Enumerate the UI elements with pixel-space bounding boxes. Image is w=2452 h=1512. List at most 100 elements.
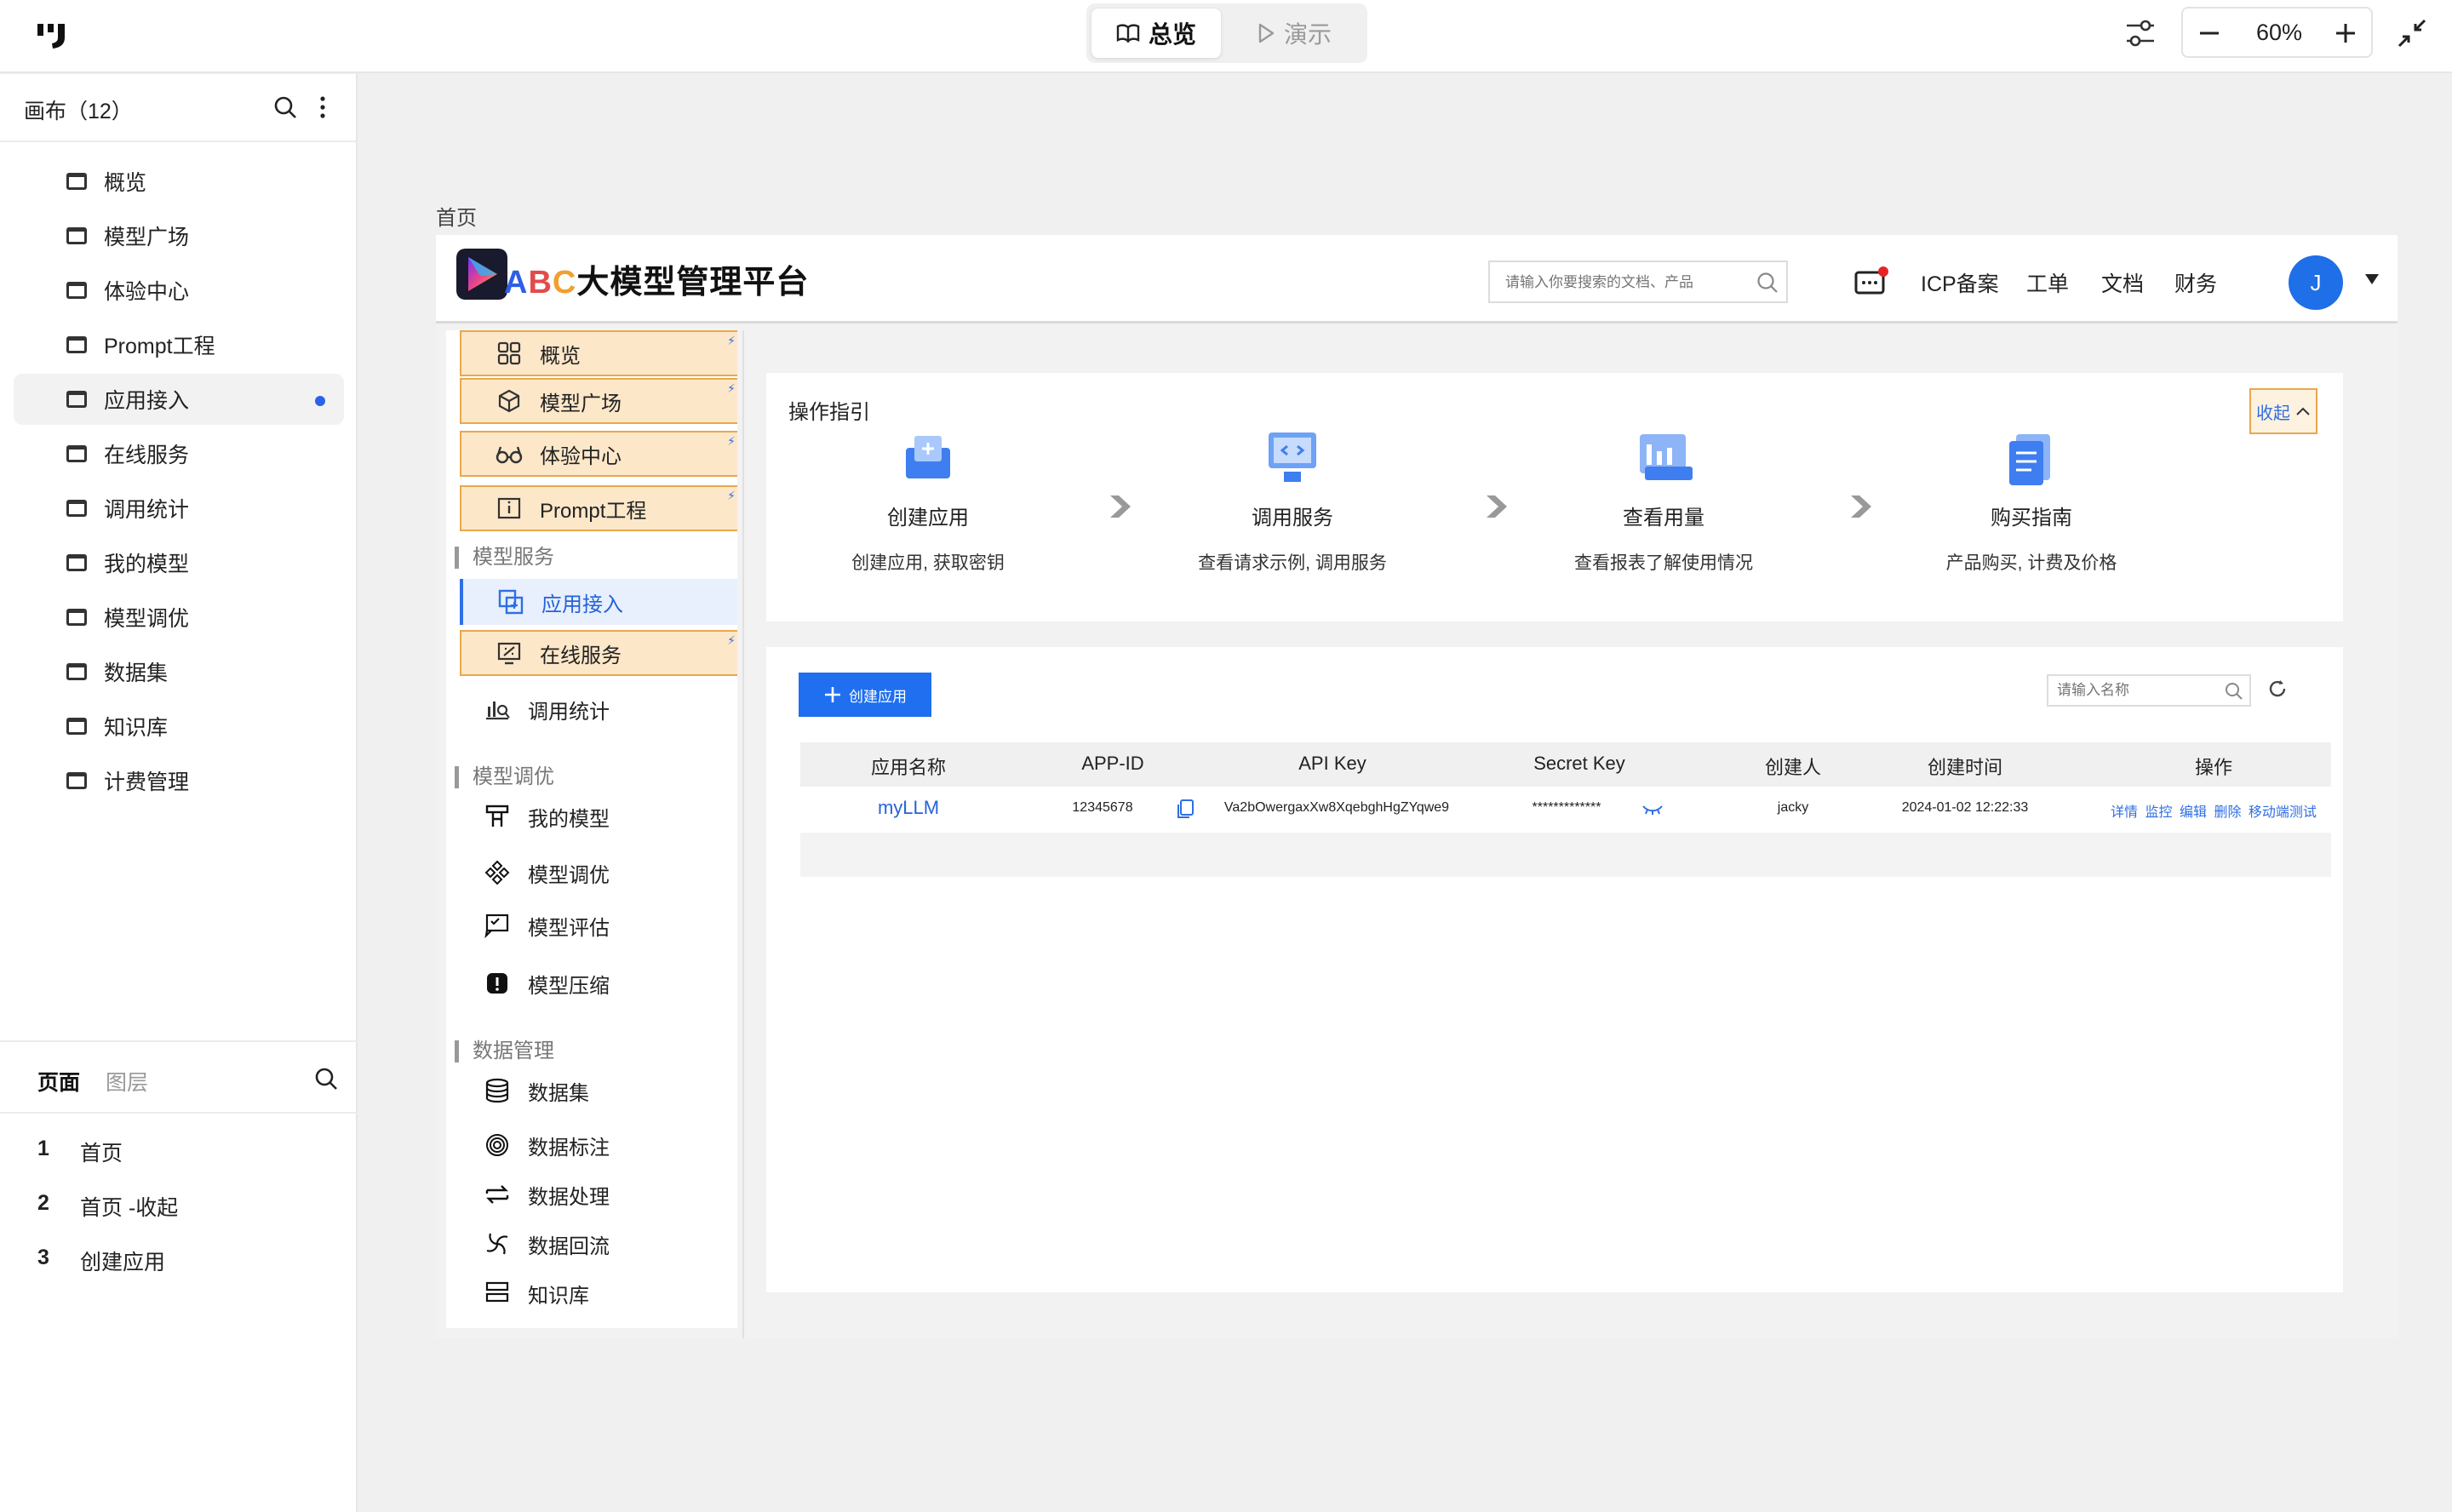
- collapse-button[interactable]: 收起: [2249, 388, 2317, 434]
- search-icon[interactable]: [272, 94, 298, 120]
- step-desc: 查看报表了解使用情况: [1574, 553, 1753, 573]
- search-icon[interactable]: [313, 1066, 339, 1091]
- settings-sliders-icon[interactable]: [2123, 17, 2157, 49]
- lightning-icon: ⚡: [727, 633, 736, 647]
- zoom-level[interactable]: 60%: [2248, 9, 2311, 56]
- app-sidebar-item[interactable]: 体验中心 ⚡: [460, 431, 737, 477]
- guide-step-buy[interactable]: 购买指南 产品购买, 计费及价格: [1895, 424, 2168, 575]
- canvas-item[interactable]: 知识库: [14, 701, 344, 752]
- canvas-item-label: 计费管理: [104, 770, 190, 794]
- app-sidebar-item[interactable]: 概览 ⚡: [460, 330, 737, 376]
- app-sidebar-item[interactable]: 数据标注: [460, 1122, 737, 1168]
- collapse-icon[interactable]: [2396, 17, 2428, 49]
- app-table-card: 创建应用 应用名称 APP-ID API Key Secret Key 创建人 …: [766, 647, 2343, 1292]
- guide-step-create[interactable]: 创建应用 创建应用, 获取密钥: [792, 424, 1064, 575]
- secret-key-value: *************: [1532, 800, 1601, 815]
- link-finance[interactable]: 财务: [2174, 267, 2217, 298]
- canvas-item[interactable]: 我的模型: [14, 537, 344, 588]
- app-sidebar-item-label: 知识库: [528, 1284, 589, 1308]
- page-item[interactable]: 3 创建应用: [37, 1246, 165, 1280]
- app-sidebar-item[interactable]: 知识库: [460, 1270, 737, 1316]
- artboard-label[interactable]: 首页: [436, 201, 477, 231]
- app-sidebar-item[interactable]: 数据处理: [460, 1171, 737, 1217]
- app-sidebar-item[interactable]: 模型压缩: [460, 960, 737, 1006]
- collapse-label: 收起: [2256, 404, 2290, 423]
- guide-card: 操作指引 收起 创建应用 创建应用, 获取密钥 调用服务 查看请求示例, 调用服…: [766, 373, 2343, 621]
- lightning-icon: ⚡: [727, 489, 736, 502]
- link-icp[interactable]: ICP备案: [1921, 267, 1999, 298]
- action-monitor[interactable]: 监控: [2146, 805, 2173, 820]
- app-name-link[interactable]: myLLM: [853, 797, 964, 819]
- header-search-input[interactable]: [1505, 271, 1752, 295]
- canvas-item[interactable]: 模型调优: [14, 592, 344, 643]
- zoom-out-button[interactable]: [2198, 22, 2220, 44]
- action-edit[interactable]: 编辑: [2180, 805, 2207, 820]
- present-label: 演示: [1283, 21, 1332, 48]
- app-sidebar-item[interactable]: 在线服务 ⚡: [460, 630, 737, 676]
- app-sidebar: 概览 ⚡ 模型广场 ⚡ 体验中心 ⚡ Prompt工程 ⚡ 模型服务应用接入在线服务 ⚡ 调用统计模…: [446, 330, 737, 1328]
- app-sidebar-item[interactable]: 模型评估: [460, 902, 737, 948]
- guide-step-usage[interactable]: 查看用量 查看报表了解使用情况: [1527, 424, 1800, 575]
- app-sidebar-item[interactable]: 应用接入: [460, 579, 737, 625]
- caret-down-icon[interactable]: [2363, 272, 2380, 286]
- name-search-input[interactable]: [2057, 681, 2219, 700]
- message-icon[interactable]: [1853, 266, 1890, 300]
- col-created-time: 创建时间: [1927, 757, 2002, 778]
- action-delete[interactable]: 删除: [2214, 805, 2241, 820]
- copy-icon[interactable]: [1175, 799, 1195, 821]
- app-sidebar-item[interactable]: 数据集: [460, 1068, 737, 1114]
- overview-tab[interactable]: 总览: [1091, 9, 1221, 58]
- data-flow-icon: [482, 1228, 513, 1259]
- avatar[interactable]: J: [2289, 255, 2343, 310]
- action-detail[interactable]: 详情: [2111, 805, 2138, 820]
- link-docs[interactable]: 文档: [2101, 267, 2144, 298]
- action-mobile-test[interactable]: 移动端测试: [2249, 805, 2317, 820]
- canvas-item[interactable]: 调用统计: [14, 483, 344, 534]
- search-icon[interactable]: [2224, 681, 2244, 702]
- app-sidebar-group: 模型服务: [455, 547, 554, 569]
- present-tab[interactable]: 演示: [1228, 9, 1361, 58]
- canvas-item[interactable]: 在线服务: [14, 428, 344, 479]
- brand-title: ABC大模型管理平台: [504, 255, 809, 302]
- page-label: 首页: [80, 1142, 123, 1166]
- more-icon[interactable]: [318, 94, 327, 120]
- canvas-item[interactable]: 概览: [14, 156, 344, 207]
- app-sidebar-item[interactable]: 我的模型: [460, 793, 737, 839]
- canvas-item[interactable]: Prompt工程: [14, 319, 344, 370]
- create-app-button[interactable]: 创建应用: [799, 673, 931, 717]
- canvas-item[interactable]: 数据集: [14, 646, 344, 697]
- api-key-value: Va2bOwergaxXw8XqebghHgZYqwe9: [1223, 800, 1450, 815]
- search-icon[interactable]: [1756, 271, 1779, 295]
- tab-layers[interactable]: 图层: [106, 1066, 148, 1097]
- overview-label: 总览: [1148, 21, 1196, 48]
- app-sidebar-group: 数据管理: [455, 1040, 554, 1062]
- guide-step-call[interactable]: 调用服务 查看请求示例, 调用服务: [1156, 424, 1429, 575]
- brand-logo-icon: [456, 249, 507, 300]
- canvas-item[interactable]: 应用接入: [14, 374, 344, 425]
- link-ticket[interactable]: 工单: [2026, 267, 2069, 298]
- app-sidebar-item[interactable]: 调用统计: [460, 686, 737, 732]
- page-item[interactable]: 1 首页: [37, 1137, 123, 1171]
- canvas-item-label: 模型调优: [104, 607, 190, 631]
- canvas-item[interactable]: 体验中心: [14, 265, 344, 316]
- tab-pages[interactable]: 页面: [37, 1066, 80, 1097]
- book-icon: [1116, 23, 1140, 43]
- artboard[interactable]: ABC大模型管理平台 ICP备案 工单 文档 财务 J 概览⚡模型广场⚡ 体验中心…: [436, 235, 2398, 1338]
- step-arrow-icon: [1483, 494, 1512, 519]
- table-empty-row: [800, 833, 2331, 877]
- app-sidebar-item[interactable]: 数据回流: [460, 1221, 737, 1267]
- canvas-item[interactable]: 计费管理: [14, 755, 344, 806]
- frame-icon: [66, 173, 87, 190]
- lightning-icon: ⚡: [727, 434, 736, 448]
- step-title: 调用服务: [1252, 507, 1333, 530]
- page-item[interactable]: 2 首页 -收起: [37, 1191, 178, 1225]
- frame-icon: [66, 282, 87, 299]
- app-sidebar-item[interactable]: 模型广场 ⚡: [460, 378, 737, 424]
- app-logo-icon[interactable]: [36, 20, 73, 51]
- app-sidebar-item[interactable]: Prompt工程 ⚡: [460, 485, 737, 531]
- canvas-item[interactable]: 模型广场: [14, 210, 344, 261]
- zoom-in-button[interactable]: [2335, 22, 2357, 44]
- app-sidebar-item[interactable]: 模型调优: [460, 850, 737, 896]
- refresh-icon[interactable]: [2266, 678, 2289, 700]
- eye-closed-icon[interactable]: [1641, 804, 1664, 816]
